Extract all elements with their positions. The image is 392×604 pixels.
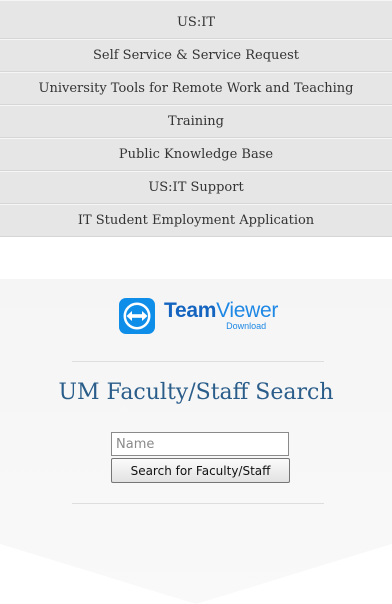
search-faculty-staff-button[interactable]: Search for Faculty/Staff (111, 458, 290, 483)
teamviewer-logo-icon (119, 298, 155, 334)
divider-bottom (72, 503, 324, 504)
nav-item-remote-tools[interactable]: University Tools for Remote Work and Tea… (0, 72, 392, 105)
nav-item-label: University Tools for Remote Work and Tea… (38, 81, 354, 96)
nav-item-self-service[interactable]: Self Service & Service Request (0, 39, 392, 72)
sidebar-panel: TeamViewer Download UM Faculty/Staff Sea… (0, 279, 392, 604)
teamviewer-wordmark: TeamViewer Download (164, 297, 278, 335)
nav-item-label: Public Knowledge Base (118, 147, 274, 162)
main-nav-menu: US:IT Self Service & Service Request Uni… (0, 0, 392, 237)
teamviewer-brand-light: Viewer (216, 299, 279, 322)
nav-item-knowledge-base[interactable]: Public Knowledge Base (0, 138, 392, 171)
teamviewer-subtitle: Download (226, 321, 267, 331)
nav-item-label: IT Student Employment Application (77, 213, 315, 228)
search-title: UM Faculty/Staff Search (58, 380, 334, 405)
nav-item-label: US:IT (176, 15, 216, 30)
teamviewer-brand-bold: Team (164, 299, 217, 322)
nav-item-label: US:IT Support (148, 180, 244, 195)
nav-item-label: Self Service & Service Request (92, 48, 299, 63)
name-search-input[interactable] (111, 432, 289, 456)
nav-item-usit-support[interactable]: US:IT Support (0, 171, 392, 204)
nav-item-label: Training (167, 114, 225, 129)
nav-item-student-employment[interactable]: IT Student Employment Application (0, 204, 392, 237)
nav-item-usit[interactable]: US:IT (0, 0, 392, 39)
nav-item-training[interactable]: Training (0, 105, 392, 138)
teamviewer-download-link[interactable]: TeamViewer Download (118, 293, 288, 339)
divider-top (72, 361, 324, 362)
